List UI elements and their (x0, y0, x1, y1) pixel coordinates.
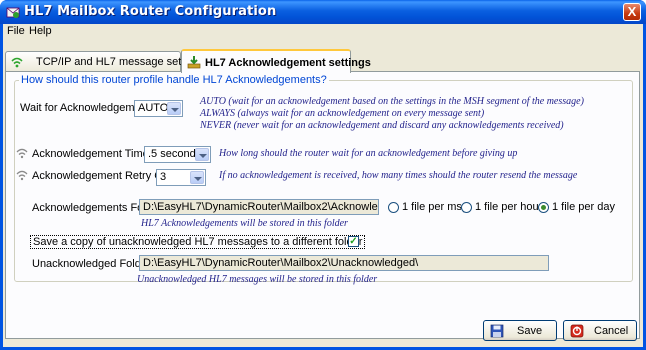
retry-note: If no acknowledgement is received, how m… (219, 170, 578, 181)
tab-panel: How should this router profile handle HL… (5, 71, 640, 339)
unack-folder-note: Unacknowledged HL7 messages will be stor… (137, 274, 378, 285)
radio-file-per-hour-label: 1 file per hour (475, 201, 543, 213)
menu-help[interactable]: Help (29, 25, 52, 37)
tab-hl7-ack-settings[interactable]: HL7 Acknowledgement settings (181, 49, 371, 73)
ack-folder-note: HL7 Acknowledgements will be stored in t… (141, 218, 348, 229)
ack-folder-field[interactable]: D:\EasyHL7\DynamicRouter\Mailbox2\Acknow… (139, 199, 379, 215)
save-copy-label[interactable]: Save a copy of unacknowledged HL7 messag… (30, 235, 366, 249)
unack-folder-label: Unacknowledged Folder (32, 258, 151, 270)
cancel-button[interactable]: Cancel (563, 320, 637, 341)
wait-dropdown-value: AUTO (138, 102, 169, 114)
app-window: HL7 Mailbox Router Configuration X File … (0, 0, 646, 350)
wait-note-always: ALWAYS (always wait for an acknowledgeme… (200, 108, 485, 119)
menu-bar: File Help (3, 24, 643, 40)
menu-file[interactable]: File (7, 25, 25, 37)
wait-note-auto: AUTO (wait for an acknowledgement based … (200, 96, 584, 107)
wifi-icon (11, 57, 23, 68)
save-copy-checkbox[interactable]: ✓ (348, 236, 359, 247)
radio-file-per-msg-label: 1 file per msg (402, 201, 469, 213)
unack-folder-field[interactable]: D:\EasyHL7\DynamicRouter\Mailbox2\Unackn… (139, 255, 549, 271)
tab-strip: TCP/IP and HL7 message settings HL7 Ackn… (3, 49, 643, 73)
timeout-dropdown[interactable]: .5 seconds (144, 146, 211, 163)
save-button[interactable]: Save (483, 320, 557, 341)
wait-note-never: NEVER (never wait for an acknowledgement… (200, 120, 564, 131)
tab-tcpip-settings[interactable]: TCP/IP and HL7 message settings (5, 51, 205, 72)
cancel-button-label: Cancel (594, 325, 629, 337)
timeout-dropdown-value: .5 seconds (148, 148, 202, 160)
window-title: HL7 Mailbox Router Configuration (24, 4, 277, 19)
radio-file-per-hour[interactable] (461, 202, 472, 213)
window-client-area: File Help TCP/IP and HL7 message setting… (3, 24, 643, 347)
radio-file-per-msg[interactable] (388, 202, 399, 213)
close-button[interactable]: X (623, 3, 641, 21)
chevron-down-icon[interactable] (195, 148, 209, 161)
chevron-down-icon[interactable] (167, 102, 181, 115)
radio-file-per-day-label: 1 file per day (552, 201, 615, 213)
cancel-icon (570, 324, 584, 338)
retry-dropdown-value: 3 (160, 171, 167, 183)
radio-file-per-day[interactable] (538, 202, 549, 213)
group-title: How should this router profile handle HL… (19, 74, 329, 86)
app-envelope-icon (6, 7, 20, 18)
timeout-wifi-icon (16, 148, 28, 159)
retry-dropdown[interactable]: 3 (156, 169, 206, 186)
download-icon (187, 56, 201, 69)
retry-wifi-icon (16, 170, 28, 181)
tab-hl7-ack-label: HL7 Acknowledgement settings (205, 57, 371, 69)
floppy-disk-icon (490, 324, 504, 338)
save-button-label: Save (517, 325, 543, 337)
wait-dropdown[interactable]: AUTO (134, 100, 183, 117)
chevron-down-icon[interactable] (190, 171, 204, 184)
title-bar[interactable]: HL7 Mailbox Router Configuration X (0, 0, 646, 24)
timeout-note: How long should the router wait for an a… (219, 148, 518, 159)
tab-tcpip-label: TCP/IP and HL7 message settings (36, 56, 205, 68)
